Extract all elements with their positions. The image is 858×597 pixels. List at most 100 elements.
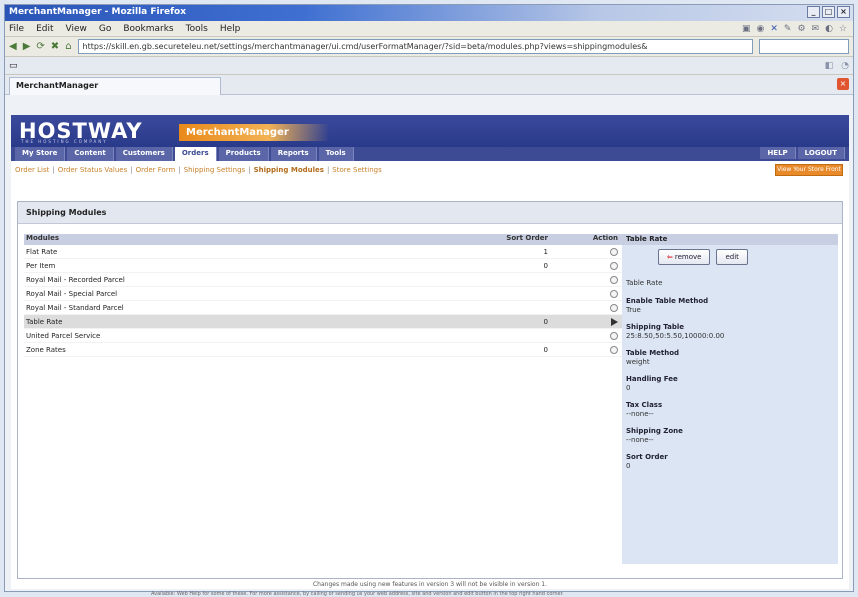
nav-orders[interactable]: Orders <box>174 147 217 161</box>
action-cell <box>574 317 622 326</box>
details-module-name: Table Rate <box>622 279 838 287</box>
nav-content[interactable]: Content <box>67 147 114 161</box>
subnav-order-list[interactable]: Order List <box>15 166 49 174</box>
toolbar-icon[interactable]: ◐ <box>825 24 833 34</box>
remove-button[interactable]: ⇐ remove <box>658 249 711 265</box>
action-cell <box>574 261 622 270</box>
info-circle-icon[interactable] <box>610 289 618 298</box>
column-header-modules: Modules <box>26 234 60 242</box>
menu-help[interactable]: Help <box>220 24 241 34</box>
table-row[interactable]: Royal Mail - Special Parcel <box>24 287 622 301</box>
menu-file[interactable]: File <box>9 24 24 34</box>
product-name: MerchantManager <box>179 124 329 141</box>
column-header-sort-order: Sort Order <box>506 234 548 242</box>
subnav-shipping-modules[interactable]: Shipping Modules <box>254 166 324 174</box>
table-header: Modules Sort Order Action <box>24 234 622 245</box>
info-circle-icon[interactable] <box>610 331 618 340</box>
info-circle-icon[interactable] <box>610 261 618 270</box>
module-name: Flat Rate <box>26 247 58 256</box>
action-cell <box>574 331 622 340</box>
subnav-order-status-values[interactable]: Order Status Values <box>58 166 128 174</box>
window-title: MerchantManager - Mozilla Firefox <box>9 7 187 17</box>
toolbar-icon[interactable]: ▣ <box>742 24 751 34</box>
footer-help-text: Available: Web Help for some of these. F… <box>151 591 564 597</box>
nav-reports[interactable]: Reports <box>270 147 317 161</box>
menu-bookmarks[interactable]: Bookmarks <box>123 24 173 34</box>
nav-products[interactable]: Products <box>218 147 269 161</box>
address-bar[interactable]: https://skill.en.gb.secureteleu.net/sett… <box>77 39 753 54</box>
help-button[interactable]: HELP <box>760 147 796 159</box>
table-row[interactable]: United Parcel Service <box>24 329 622 343</box>
toolbar-icons: ▣ ◉ ✕ ✎ ⚙ ✉ ◐ ☆ <box>742 24 853 34</box>
maximize-button[interactable]: □ <box>822 6 835 18</box>
status-icon[interactable]: ◔ <box>841 61 849 71</box>
property-value: --none-- <box>626 410 654 418</box>
property-item: Shipping Zone --none-- <box>622 427 838 444</box>
minimize-button[interactable]: _ <box>807 6 820 18</box>
property-item: Enable Table Method True <box>622 297 838 314</box>
back-icon[interactable]: ◀ <box>9 41 17 52</box>
reload-icon[interactable]: ⟳ <box>36 41 44 52</box>
table-row[interactable]: Zone Rates 0 <box>24 343 622 357</box>
toolbar-icon[interactable]: ✕ <box>770 24 778 34</box>
property-label: Table Method <box>626 349 680 357</box>
table-row[interactable]: Royal Mail - Standard Parcel <box>24 301 622 315</box>
toolbar-icon[interactable]: ✎ <box>784 24 792 34</box>
table-row[interactable]: Per Item 0 <box>24 259 622 273</box>
module-name: United Parcel Service <box>26 331 101 340</box>
edit-button[interactable]: edit <box>716 249 748 265</box>
menu-go[interactable]: Go <box>99 24 111 34</box>
remove-label: remove <box>674 253 702 261</box>
sort-order-value: 1 <box>543 247 548 256</box>
main-navigation: My Store Content Customers Orders Produc… <box>11 147 849 161</box>
logout-button[interactable]: LOGOUT <box>797 147 845 159</box>
property-value: 25:8.50,50:5.50,10000:0.00 <box>626 332 725 340</box>
search-input[interactable] <box>759 39 849 54</box>
toolbar-icon[interactable]: ◉ <box>756 24 764 34</box>
sidebar-icon[interactable]: ◧ <box>825 61 834 71</box>
stop-icon[interactable]: ✖ <box>51 41 59 52</box>
nav-tools[interactable]: Tools <box>318 147 354 161</box>
tab-merchantmanager[interactable]: MerchantManager <box>9 77 221 95</box>
menu-tools[interactable]: Tools <box>186 24 208 34</box>
view-store-button[interactable]: View Your Store Front <box>775 164 843 176</box>
home-icon[interactable]: ⌂ <box>65 41 71 52</box>
subnav-shipping-settings[interactable]: Shipping Settings <box>184 166 245 174</box>
toolbar-icon[interactable]: ✉ <box>812 24 820 34</box>
menu-edit[interactable]: Edit <box>36 24 53 34</box>
close-window-button[interactable]: × <box>837 6 850 18</box>
minus-icon: ⇐ <box>667 253 673 261</box>
info-circle-icon[interactable] <box>610 275 618 284</box>
modules-table: Modules Sort Order Action Flat Rate 1 Per … <box>24 234 622 357</box>
footer-notice: Changes made using new features in versi… <box>312 581 548 588</box>
table-row[interactable]: Royal Mail - Recorded Parcel <box>24 273 622 287</box>
toolbar-icon[interactable]: ☆ <box>839 24 847 34</box>
subnav-order-form[interactable]: Order Form <box>136 166 176 174</box>
module-details-panel: Table Rate ⇐ remove edit Table Rate Enabl… <box>622 234 838 564</box>
info-circle-icon[interactable] <box>610 247 618 256</box>
module-name: Royal Mail - Standard Parcel <box>26 303 124 312</box>
selected-arrow-icon[interactable] <box>611 317 618 326</box>
menu-view[interactable]: View <box>66 24 87 34</box>
table-row[interactable]: Flat Rate 1 <box>24 245 622 259</box>
property-item: Tax Class --none-- <box>622 401 838 418</box>
details-header: Table Rate <box>622 234 838 245</box>
nav-my-store[interactable]: My Store <box>15 147 66 161</box>
property-label: Tax Class <box>626 401 663 409</box>
action-cell <box>574 275 622 284</box>
bookmarks-bar: ▭ ◧ ◔ <box>5 57 853 75</box>
action-cell <box>574 289 622 298</box>
action-cell <box>574 345 622 354</box>
logo-tagline: THE HOSTING COMPANY <box>21 139 108 144</box>
browser-window: MerchantManager - Mozilla Firefox _ □ × … <box>4 4 854 597</box>
info-circle-icon[interactable] <box>610 303 618 312</box>
property-value: 0 <box>626 462 631 470</box>
nav-customers[interactable]: Customers <box>115 147 173 161</box>
menu-bar: File Edit View Go Bookmarks Tools Help ▣… <box>5 21 853 37</box>
subnav-store-settings[interactable]: Store Settings <box>332 166 381 174</box>
table-row[interactable]: Table Rate 0 <box>24 315 622 329</box>
close-tab-icon[interactable]: × <box>837 78 849 90</box>
info-circle-icon[interactable] <box>610 345 618 354</box>
forward-icon[interactable]: ▶ <box>23 41 31 52</box>
toolbar-icon[interactable]: ⚙ <box>797 24 805 34</box>
